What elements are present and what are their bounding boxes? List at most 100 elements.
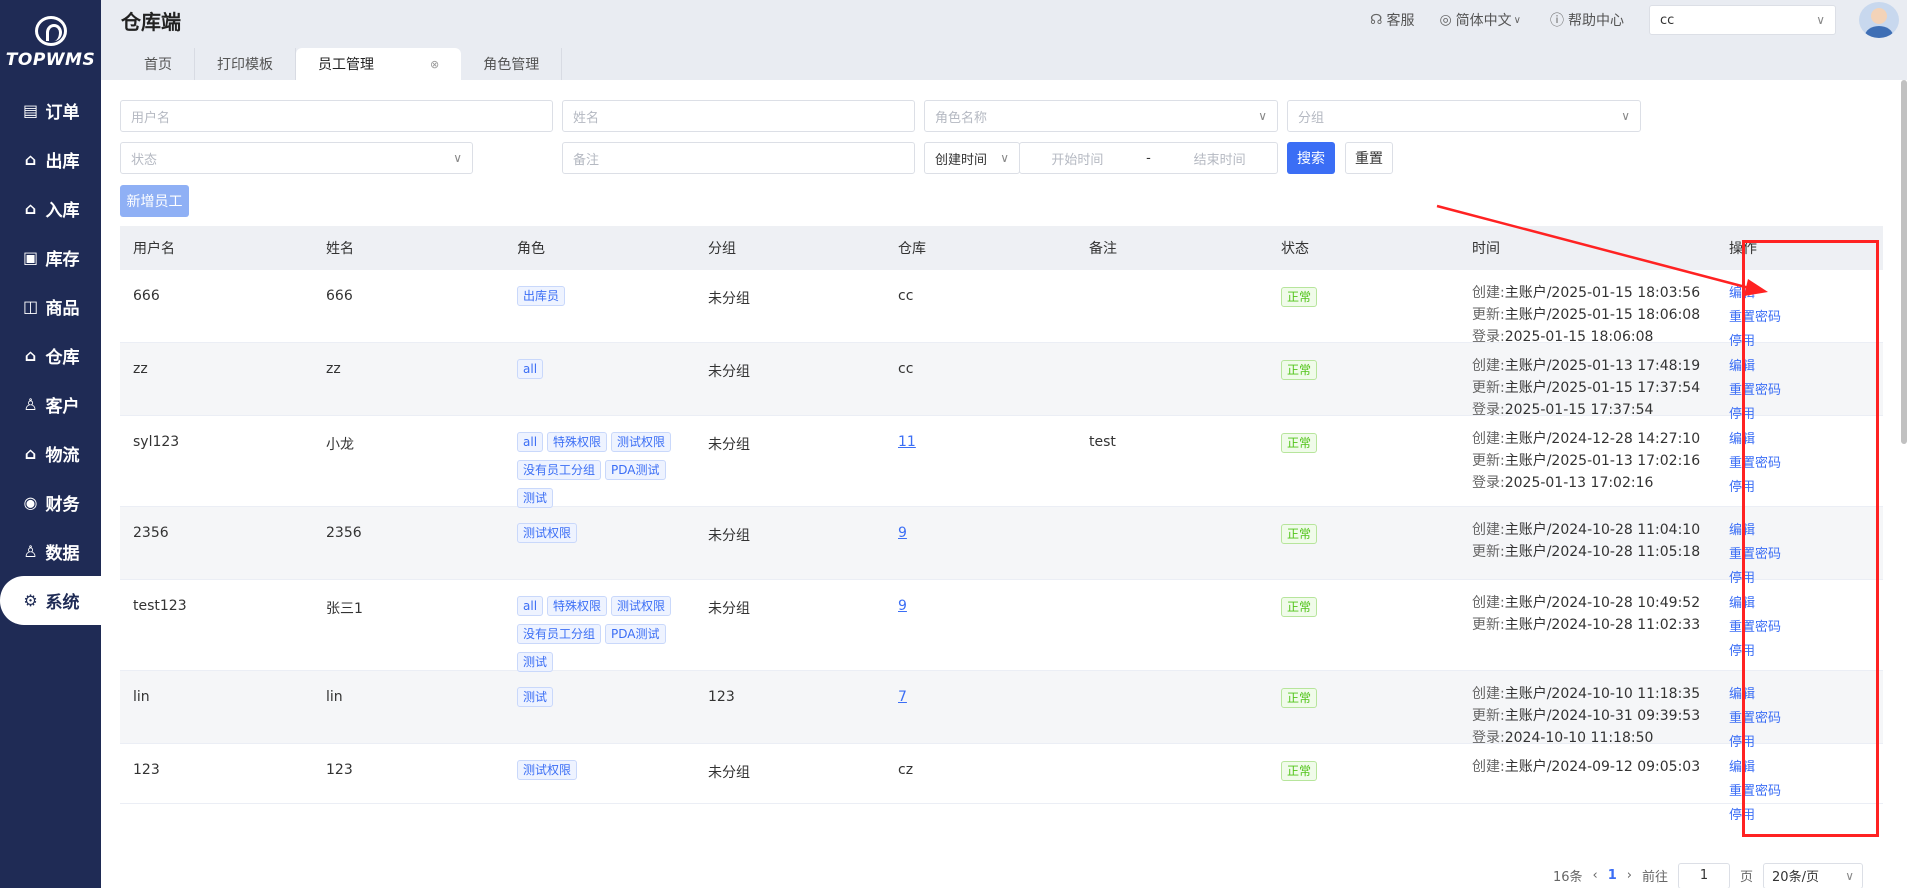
created-time-value: 主账户/2024-10-28 11:04:10 xyxy=(1504,522,1701,538)
language-switch[interactable]: ◎ 简体中文 ∨ xyxy=(1439,10,1525,30)
created-time: 创建:主账户/2025-01-15 18:03:56 xyxy=(1472,282,1716,304)
status-placeholder: 状态 xyxy=(131,152,158,168)
column-header: 时间 xyxy=(1472,241,1500,257)
tab-2[interactable]: 员工管理 ⊗ xyxy=(296,48,462,80)
role-tag: 没有员工分组 xyxy=(517,460,602,480)
role-tags: all xyxy=(517,343,687,387)
customer-service-link[interactable]: ☊ 客服 xyxy=(1370,10,1414,30)
help-center-link[interactable]: ⓘ 帮助中心 xyxy=(1550,10,1624,30)
role-tags: 测试权限 xyxy=(517,744,687,788)
role-tag: 特殊权限 xyxy=(547,596,608,616)
column-header: 分组 xyxy=(708,241,736,257)
vertical-scrollbar[interactable] xyxy=(1901,80,1907,444)
tab-1[interactable]: 打印模板 xyxy=(195,48,296,80)
updated-time-value: 主账户/2025-01-15 18:06:08 xyxy=(1504,307,1701,323)
goto-page-input[interactable]: 1 xyxy=(1678,862,1731,888)
role-tag: 测试权限 xyxy=(517,760,578,780)
sidebar-item-10[interactable]: ⚙ 系统 xyxy=(0,576,101,625)
sidebar-item-label: 商品 xyxy=(45,299,80,319)
tab-3[interactable]: 角色管理 xyxy=(461,48,563,80)
sidebar-item-7[interactable]: ⌂ 物流 xyxy=(0,429,101,478)
table-row: 123 123 测试权限 未分组 cz 正常 创建:主账户/2024-09-12 09:05… xyxy=(120,744,1883,823)
annotation-box xyxy=(1742,240,1879,837)
status-badge: 正常 xyxy=(1281,360,1318,380)
close-icon[interactable]: ⊗ xyxy=(430,58,439,71)
sidebar-item-8[interactable]: ◉ 财务 xyxy=(0,478,101,527)
date-range-picker[interactable]: 开始时间 - 结束时间 xyxy=(1019,142,1278,174)
finance-icon: ◉ xyxy=(23,493,38,512)
time-type-select[interactable]: 创建时间 ∨ xyxy=(924,142,1020,174)
warehouse-link[interactable]: 7 xyxy=(898,689,907,705)
warehouse-link[interactable]: 11 xyxy=(898,434,916,450)
warehouse-value: cc xyxy=(898,288,914,304)
sidebar-item-6[interactable]: ♙ 客户 xyxy=(0,380,101,429)
tab-label: 员工管理 xyxy=(318,57,374,73)
updated-time-key: 更新: xyxy=(1472,544,1505,560)
group-cell: 未分组 xyxy=(708,765,750,781)
prev-page-icon[interactable]: ‹ xyxy=(1593,868,1598,883)
updated-time: 更新:主账户/2025-01-13 17:02:16 xyxy=(1472,450,1716,472)
status-cell: 正常 xyxy=(1268,416,1459,453)
remark-cell xyxy=(1076,343,1268,361)
sidebar-item-4[interactable]: ◫ 商品 xyxy=(0,282,101,331)
table-body: 666 666 出库员 未分组 cc 正常 创建:主账户/2025-01-15 18:03:… xyxy=(120,270,1883,823)
avatar[interactable] xyxy=(1859,2,1899,38)
sidebar-item-9[interactable]: ♙ 数据 xyxy=(0,527,101,576)
page-unit-label: 页 xyxy=(1740,870,1754,885)
updated-time-value: 主账户/2024-10-31 09:39:53 xyxy=(1504,708,1701,724)
sidebar-item-5[interactable]: ⌂ 仓库 xyxy=(0,331,101,380)
created-time-key: 创建: xyxy=(1472,285,1505,301)
status-badge: 正常 xyxy=(1281,287,1318,307)
remark-input[interactable]: 备注 xyxy=(562,142,915,174)
role-tag: PDA测试 xyxy=(605,624,666,644)
logistics-icon: ⌂ xyxy=(24,444,37,463)
username-cell: lin xyxy=(133,689,150,705)
column-header: 备注 xyxy=(1089,241,1117,257)
created-time-key: 创建: xyxy=(1472,759,1505,775)
page-size-value: 20条/页 xyxy=(1772,870,1819,885)
name-input[interactable]: 姓名 xyxy=(562,100,915,132)
group-select[interactable]: 分组 ∨ xyxy=(1287,100,1641,132)
current-page[interactable]: 1 xyxy=(1608,868,1617,883)
sidebar-item-label: 系统 xyxy=(45,593,80,613)
roles-cell: all 特殊权限 测试权限 没有员工分组 PDA测试 测试 xyxy=(504,580,695,680)
chevron-down-icon: ∨ xyxy=(453,151,462,165)
role-select[interactable]: 角色名称 ∨ xyxy=(924,100,1278,132)
sidebar-item-3[interactable]: ▣ 库存 xyxy=(0,233,101,282)
time-cell: 创建:主账户/2025-01-15 18:03:56 更新:主账户/2025-01… xyxy=(1459,270,1716,348)
table-header: 用户名 姓名 角色 分组 仓库 备注 状态 时间 操作 xyxy=(120,226,1883,270)
time-cell: 创建:主账户/2024-12-28 14:27:10 更新:主账户/2025-01… xyxy=(1459,416,1716,494)
chevron-down-icon: ∨ xyxy=(1621,109,1630,123)
login-time: 登录:2025-01-13 17:02:16 xyxy=(1472,472,1716,494)
warehouse-cell: 11 xyxy=(885,416,1076,450)
page-size-select[interactable]: 20条/页 ∨ xyxy=(1763,862,1864,888)
status-badge: 正常 xyxy=(1281,524,1318,544)
customer-icon: ♙ xyxy=(23,395,38,414)
username-input[interactable]: 用户名 xyxy=(120,100,553,132)
tab-0[interactable]: 首页 xyxy=(122,48,195,80)
warehouse-link[interactable]: 9 xyxy=(898,598,907,614)
total-count: 16条 xyxy=(1553,870,1583,885)
warehouse-value: cz xyxy=(898,762,914,778)
created-time-value: 主账户/2025-01-13 17:48:19 xyxy=(1504,358,1701,374)
table-row: zz zz all 未分组 cc 正常 创建:主账户/2025-01-13 17:48:19… xyxy=(120,343,1883,422)
next-page-icon[interactable]: › xyxy=(1627,868,1632,883)
sidebar-item-label: 客户 xyxy=(45,397,80,417)
sidebar-item-label: 出库 xyxy=(45,152,80,172)
add-employee-button[interactable]: 新增员工 xyxy=(120,185,189,217)
warehouse-link[interactable]: 9 xyxy=(898,525,907,541)
reset-button[interactable]: 重置 xyxy=(1345,142,1393,174)
search-button[interactable]: 搜索 xyxy=(1287,142,1335,174)
sidebar-item-0[interactable]: ▤ 订单 xyxy=(0,86,101,135)
sidebar-item-label: 入库 xyxy=(45,201,80,221)
sidebar-item-2[interactable]: ⌂ 入库 xyxy=(0,184,101,233)
role-tags: 测试 xyxy=(517,671,687,715)
status-select[interactable]: 状态 ∨ xyxy=(120,142,473,174)
warehouse-select[interactable]: cc ∨ xyxy=(1649,5,1836,35)
updated-time-key: 更新: xyxy=(1472,708,1505,724)
time-cell: 创建:主账户/2024-10-28 11:04:10 更新:主账户/2024-10… xyxy=(1459,507,1716,563)
header: 仓库端 ☊ 客服 ◎ 简体中文 ∨ ⓘ 帮助中心 cc ∨ xyxy=(101,0,1907,40)
username-cell: 666 xyxy=(133,288,160,304)
tab-label: 角色管理 xyxy=(483,57,540,73)
sidebar-item-1[interactable]: ⌂ 出库 xyxy=(0,135,101,184)
